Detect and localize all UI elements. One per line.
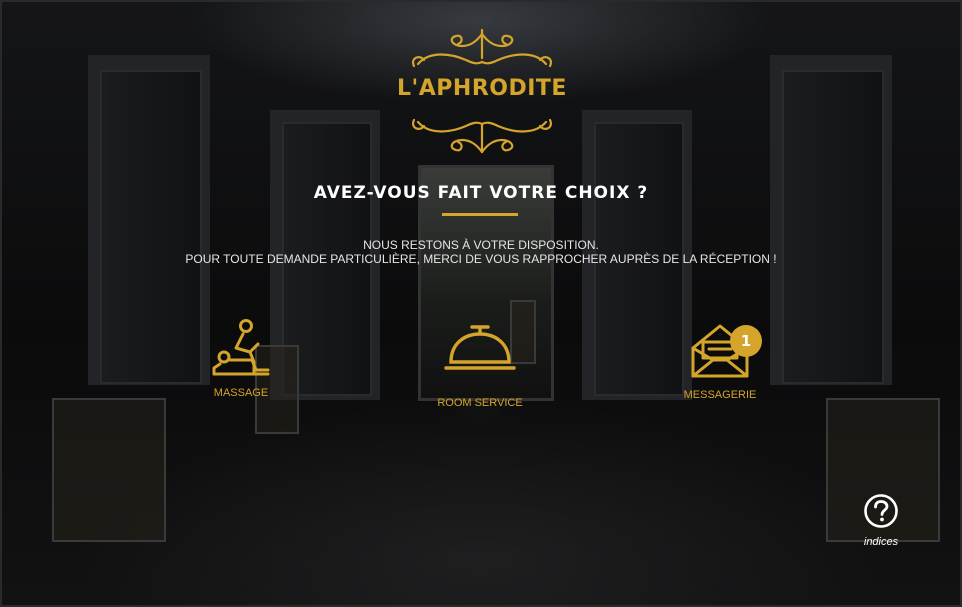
brand-logo: L'APHRODITE bbox=[390, 28, 574, 156]
left-door bbox=[100, 70, 202, 384]
question-circle-icon bbox=[864, 494, 898, 528]
message-line-1: NOUS RESTONS À VOTRE DISPOSITION. bbox=[363, 238, 599, 252]
help-label: indices bbox=[863, 536, 899, 548]
brand-name: L'APHRODITE bbox=[397, 76, 567, 101]
messagerie-button[interactable]: MESSAGERIE 1 bbox=[672, 320, 768, 401]
massage-label: MASSAGE bbox=[213, 387, 269, 399]
massage-button[interactable]: MASSAGE bbox=[196, 318, 286, 399]
left-lantern bbox=[52, 398, 166, 542]
service-bell-icon bbox=[444, 325, 516, 370]
right-door bbox=[782, 70, 884, 384]
room-service-button[interactable]: ROOM SERVICE bbox=[425, 322, 535, 409]
massage-icon bbox=[212, 319, 270, 376]
message-line-2: POUR TOUTE DEMANDE PARTICULIÈRE, MERCI D… bbox=[185, 252, 777, 266]
room-service-label: ROOM SERVICE bbox=[437, 397, 523, 409]
unread-count-badge: 1 bbox=[730, 325, 762, 357]
page-title: AVEZ-VOUS FAIT VOTRE CHOIX ? bbox=[313, 183, 649, 203]
title-divider bbox=[442, 213, 518, 216]
messagerie-label: MESSAGERIE bbox=[683, 389, 757, 401]
help-button[interactable]: indices bbox=[860, 493, 902, 548]
